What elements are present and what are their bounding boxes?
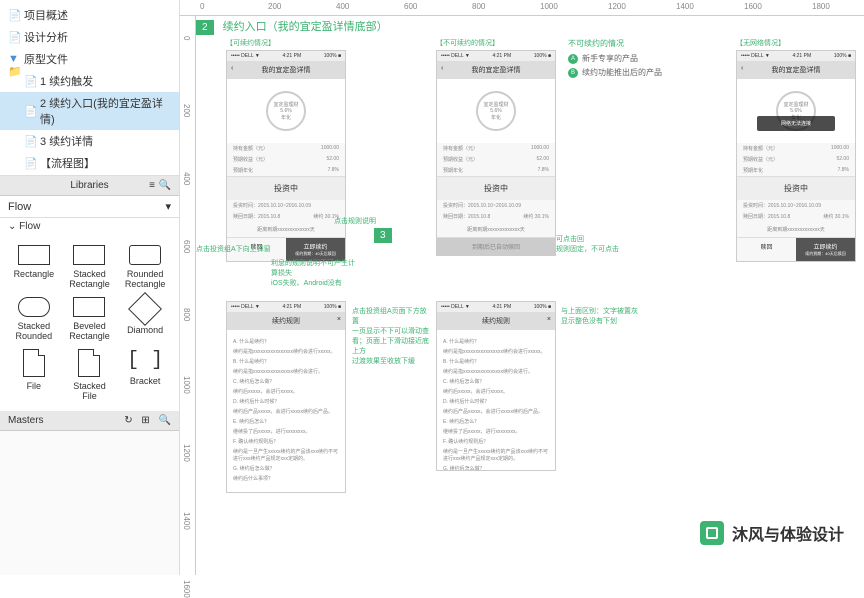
mockup-rules-2[interactable]: ••••• DELL ▼4:21 PM100% ■续约规则×A. 什么是续约？续… [436, 301, 556, 471]
tree-item[interactable]: 📄 设计分析 [0, 26, 179, 48]
mockup-renewable[interactable]: ••••• DELL ▼4:21 PM100% ■‹我的宜定盈详情宜定盈理财5.… [226, 50, 346, 262]
file-icon: 📄 [8, 9, 20, 21]
watermark: 沐风与体验设计 [700, 521, 844, 545]
shape-label: Stacked File [66, 381, 114, 401]
canvas-body[interactable]: 2 续约入口（我的宜定盈详情底部） 【可续约情况】 【不可续约的情况】 【无网络… [196, 16, 864, 575]
annotation: 点击规则说明 [334, 216, 376, 226]
tree-label: 原型文件 [24, 51, 68, 67]
file-icon: 📄 [24, 157, 36, 169]
annotation: 【可续约情况】 [226, 38, 275, 48]
tree-item[interactable]: 📄 项目概述 [0, 4, 179, 26]
annotation: 点击投资组A页面下方放置 一页显示不下可以滑动查看；页面上下滑动接近底上方 过渡… [352, 306, 432, 366]
search-icon[interactable]: 🔍 [159, 415, 171, 426]
tree-item[interactable]: 📄 3 续约详情 [0, 130, 179, 152]
page-tree: 📄 项目概述 📄 设计分析 ▼ 📁 原型文件 📄 1 续约触发 📄 2 续约入口(我的宜定盈详情)… [0, 0, 179, 176]
file-icon: 📄 [24, 105, 36, 117]
folder-icon: ▼ 📁 [8, 53, 20, 65]
close-icon[interactable]: × [337, 316, 341, 323]
chevron-down-icon: ⌄ [8, 221, 16, 232]
annotation: 利息的规则说明不可产生计算损失 iOS失败、Android没有 [271, 258, 361, 288]
shape-file[interactable]: File [10, 349, 58, 401]
chevron-down-icon: ▾ [165, 200, 171, 213]
annotation: 可点击回 [556, 234, 584, 244]
close-icon[interactable]: × [547, 316, 551, 323]
tree-item[interactable]: ▼ 📁 原型文件 [0, 48, 179, 70]
masters-header: Masters ↻ ⊞ 🔍 [0, 411, 179, 431]
shape-label: Diamond [127, 325, 163, 335]
back-icon[interactable]: ‹ [741, 65, 743, 72]
wechat-icon [700, 521, 724, 545]
section-badge: 2 [196, 20, 214, 35]
shape-diamond[interactable]: Diamond [121, 297, 169, 341]
search-icon[interactable]: 🔍 [159, 180, 171, 191]
note-block: 不可续约的情况 A新手专享的产品B续约功能推出后的产品 [568, 38, 662, 81]
shape-rect[interactable]: Beveled Rectangle [66, 297, 114, 341]
section-title: 2 续约入口（我的宜定盈详情底部） [196, 16, 864, 37]
shape-pill[interactable]: Stacked Rounded [10, 297, 58, 341]
libraries-header: Libraries ≡ 🔍 [0, 176, 179, 196]
shape-rect[interactable]: Rectangle [10, 245, 58, 289]
shape-brk[interactable]: [ ]Bracket [121, 349, 169, 401]
annotation: 规则固定，不可点击 [556, 244, 619, 254]
refresh-icon[interactable]: ↻ [124, 415, 132, 426]
tree-label: 3 续约详情 [40, 133, 93, 149]
tree-item[interactable]: 📄 2 续约入口(我的宜定盈详情) [0, 92, 179, 130]
link-badge: 3 [374, 228, 392, 243]
shape-label: Bracket [130, 376, 161, 386]
tree-label: 设计分析 [24, 29, 68, 45]
shape-label: Stacked Rectangle [66, 269, 114, 289]
shape-label: Beveled Rectangle [66, 321, 114, 341]
file-icon: 📄 [24, 135, 36, 147]
shape-rnd[interactable]: Rounded Rectangle [121, 245, 169, 289]
flow-group[interactable]: ⌄ Flow [0, 218, 179, 235]
mockup-offline[interactable]: ••••• DELL ▼4:21 PM100% ■‹我的宜定盈详情宜定盈理财5.… [736, 50, 856, 262]
tree-label: 2 续约入口(我的宜定盈详情) [40, 95, 171, 127]
tree-item[interactable]: 📄 【流程图】 [0, 152, 179, 174]
add-icon[interactable]: ⊞ [141, 415, 149, 426]
shape-label: File [27, 381, 42, 391]
back-icon[interactable]: ‹ [441, 65, 443, 72]
annotation: 【不可续约的情况】 [436, 38, 499, 48]
ruler-vertical: 02004006008001000120014001600 [180, 16, 196, 575]
annotation: 点击投资组A下向上弹窗 [196, 244, 271, 254]
file-icon: 📄 [8, 31, 20, 43]
library-dropdown[interactable]: Flow ▾ [0, 196, 179, 218]
shape-file[interactable]: Stacked File [66, 349, 114, 401]
shape-label: Rounded Rectangle [121, 269, 169, 289]
ruler-horizontal: 020040060080010001200140016001800 [180, 0, 864, 16]
tree-label: 【流程图】 [40, 155, 95, 171]
left-panel: 📄 项目概述 📄 设计分析 ▼ 📁 原型文件 📄 1 续约触发 📄 2 续约入口(我的宜定盈详情)… [0, 0, 180, 575]
tree-label: 1 续约触发 [40, 73, 93, 89]
tree-item[interactable]: 📄 1 续约触发 [0, 70, 179, 92]
list-icon[interactable]: ≡ [149, 180, 155, 191]
canvas: 020040060080010001200140016001800 020040… [180, 0, 864, 575]
back-icon[interactable]: ‹ [231, 65, 233, 72]
mockup-rules-1[interactable]: ••••• DELL ▼4:21 PM100% ■续约规则×A. 什么是续约？续… [226, 301, 346, 493]
file-icon: 📄 [24, 75, 36, 87]
shape-label: Rectangle [14, 269, 55, 279]
mockup-nonrenewable[interactable]: ••••• DELL ▼4:21 PM100% ■‹我的宜定盈详情宜定盈理财5.… [436, 50, 556, 256]
annotation: 与上面区别：文字被置灰显示整色没有下划 [561, 306, 641, 326]
shape-rect[interactable]: Stacked Rectangle [66, 245, 114, 289]
tree-label: 项目概述 [24, 7, 68, 23]
shapes-palette: Rectangle Stacked Rectangle Rounded Rectan… [0, 235, 179, 411]
annotation: 【无网络情况】 [736, 38, 785, 48]
shape-label: Stacked Rounded [10, 321, 58, 341]
